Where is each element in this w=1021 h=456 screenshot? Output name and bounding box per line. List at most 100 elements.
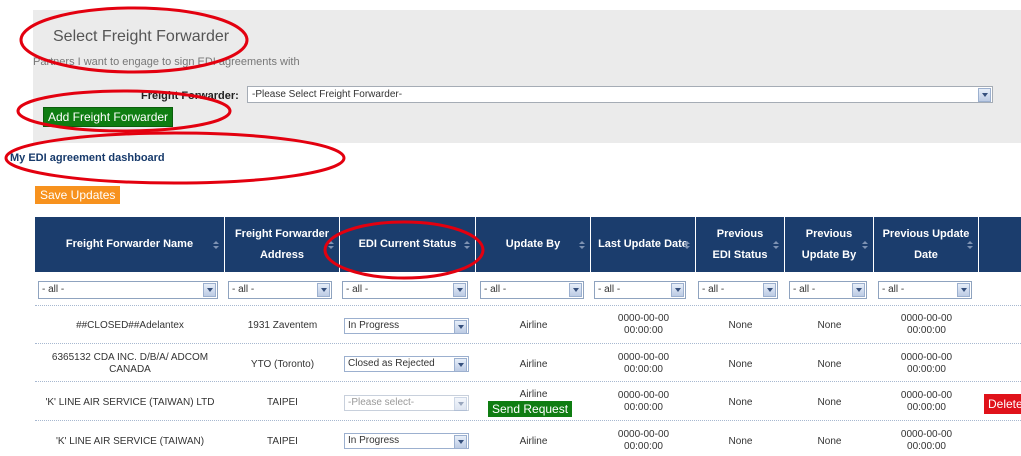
prev-update-date-cell: 0000-00-00 [900,429,953,440]
column-header-prev-update-by[interactable]: Previous Update By [785,217,874,272]
filter-last-update-date[interactable]: - all - [594,281,686,299]
sort-icon[interactable] [213,241,219,250]
prev-update-by-cell: None [817,397,842,408]
row-divider [35,305,1021,306]
chevron-down-icon[interactable] [317,283,330,297]
chevron-down-icon[interactable] [569,283,582,297]
column-header-prev-update-date[interactable]: Previous Update Date [874,217,979,272]
last-update-time-cell: 00:00:00 [624,364,663,375]
filter-value: - all - [42,284,65,295]
chevron-down-icon[interactable] [454,397,467,411]
header-label: Last Update Date [598,238,688,250]
edi-status-select[interactable]: -Please select- [344,395,469,411]
chevron-down-icon[interactable] [763,283,776,297]
ff-address-cell: 1931 Zaventem [247,320,318,331]
ff-address-cell: TAIPEI [267,397,298,408]
filter-update-by[interactable]: - all - [480,281,584,299]
edi-status-select[interactable]: In Progress [344,433,469,449]
prev-update-by-cell: None [817,359,842,370]
row-divider [35,343,1021,344]
prev-edi-status-cell: None [728,436,753,447]
sort-icon[interactable] [862,241,868,250]
chevron-down-icon[interactable] [957,283,970,297]
dashboard-title: My EDI agreement dashboard [10,152,165,164]
chevron-down-icon[interactable] [852,283,865,297]
select-freight-forwarder-panel: Select Freight Forwarder Partners I want… [33,10,1021,143]
prev-update-time-cell: 00:00:00 [907,364,946,375]
last-update-date-cell: 0000-00-00 [617,313,670,324]
sort-icon[interactable] [684,241,690,250]
filter-value: - all - [882,284,905,295]
update-by-cell: Airline [519,359,548,370]
chevron-down-icon[interactable] [203,283,216,297]
last-update-time-cell: 00:00:00 [624,325,663,336]
filter-prev-edi-status[interactable]: - all - [698,281,778,299]
chevron-down-icon[interactable] [671,283,684,297]
send-request-button[interactable]: Send Request [488,401,573,417]
column-header-actions [979,217,1021,272]
sort-icon[interactable] [773,241,779,250]
header-label: EDI Current Status [358,238,457,250]
column-header-ff-name[interactable]: Freight Forwarder Name [35,217,225,272]
sort-icon[interactable] [967,241,973,250]
edi-status-select[interactable]: In Progress [344,318,469,334]
header-label: Update By [505,238,561,250]
column-header-update-by[interactable]: Update By [476,217,591,272]
prev-edi-status-cell: None [728,397,753,408]
last-update-time-cell: 00:00:00 [624,402,663,413]
prev-update-date-cell: 0000-00-00 [900,313,953,324]
prev-update-time-cell: 00:00:00 [907,402,946,413]
filter-ff-address[interactable]: - all - [228,281,332,299]
prev-update-by-cell: None [817,436,842,447]
sort-icon[interactable] [328,241,334,250]
header-label: Freight Forwarder Address [234,227,330,261]
filter-value: - all - [484,284,507,295]
ff-address-cell: TAIPEI [267,436,298,447]
chevron-down-icon[interactable] [454,320,467,334]
prev-update-time-cell: 00:00:00 [907,441,946,452]
filter-edi-status[interactable]: - all - [342,281,468,299]
save-updates-button[interactable]: Save Updates [35,186,121,204]
table-header: Freight Forwarder Name Freight Forwarder… [35,217,1021,272]
panel-title: Select Freight Forwarder [53,28,230,45]
chevron-down-icon[interactable] [454,358,467,372]
freight-forwarder-select[interactable]: -Please Select Freight Forwarder- [247,86,993,103]
prev-edi-status-cell: None [728,320,753,331]
header-label: Previous Update Date [882,227,970,261]
column-header-ff-address[interactable]: Freight Forwarder Address [225,217,340,272]
filter-value: - all - [702,284,725,295]
ff-name-cell: ##CLOSED##Adelantex [76,320,184,331]
edi-status-value: In Progress [348,435,400,446]
row-divider [35,381,1021,382]
prev-edi-status-cell: None [728,359,753,370]
freight-forwarder-select-value: -Please Select Freight Forwarder- [252,89,403,100]
column-header-edi-status[interactable]: EDI Current Status [340,217,476,272]
last-update-time-cell: 00:00:00 [624,441,663,452]
ff-name-cell: 6365132 CDA INC. D/B/A/ ADCOM CANADA [51,352,209,375]
filter-prev-update-date[interactable]: - all - [878,281,972,299]
filter-prev-update-by[interactable]: - all - [789,281,867,299]
chevron-down-icon[interactable] [454,435,467,449]
prev-update-date-cell: 0000-00-00 [900,390,953,401]
delete-button[interactable]: Delete [984,394,1021,414]
chevron-down-icon[interactable] [453,283,466,297]
filter-ff-name[interactable]: - all - [38,281,218,299]
update-by-cell: Airline [519,389,548,400]
edi-status-value: In Progress [348,320,400,331]
filter-value: - all - [598,284,621,295]
edi-status-select[interactable]: Closed as Rejected [344,356,469,372]
filter-value: - all - [793,284,816,295]
edi-status-value: Closed as Rejected [348,358,435,369]
header-label: Previous Update By [801,227,857,261]
prev-update-time-cell: 00:00:00 [907,325,946,336]
column-header-last-update-date[interactable]: Last Update Date [591,217,696,272]
add-freight-forwarder-button[interactable]: Add Freight Forwarder [43,107,174,127]
ff-address-cell: YTO (Toronto) [250,359,315,370]
header-label: Previous EDI Status [712,227,768,261]
column-header-prev-edi-status[interactable]: Previous EDI Status [696,217,785,272]
filter-value: - all - [346,284,369,295]
sort-icon[interactable] [579,241,585,250]
last-update-date-cell: 0000-00-00 [617,352,670,363]
chevron-down-icon[interactable] [978,88,991,102]
sort-icon[interactable] [464,241,470,250]
